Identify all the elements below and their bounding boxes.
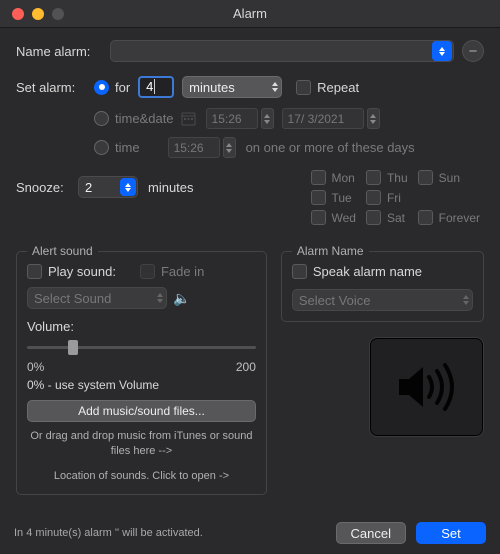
- preview-area[interactable]: [369, 337, 484, 437]
- time-field[interactable]: 15:26: [168, 137, 220, 158]
- timedate-date-stepper[interactable]: [367, 108, 380, 129]
- speaker-icon: [395, 361, 459, 413]
- time-stepper[interactable]: [223, 137, 236, 158]
- day-mon-checkbox[interactable]: [311, 170, 326, 185]
- day-forever-checkbox[interactable]: [418, 210, 433, 225]
- day-tue-checkbox[interactable]: [311, 190, 326, 205]
- snooze-dropdown-button[interactable]: [120, 178, 136, 196]
- for-unit-select[interactable]: minutes: [182, 76, 282, 98]
- calendar-icon: [181, 111, 196, 126]
- timedate-time-stepper[interactable]: [261, 108, 274, 129]
- volume-max: 200: [236, 360, 256, 374]
- fade-in-checkbox[interactable]: [140, 264, 155, 279]
- volume-slider[interactable]: [27, 338, 256, 356]
- repeat-label: Repeat: [317, 80, 359, 95]
- alert-sound-group: Alert sound Play sound: Fade in Select S…: [16, 251, 267, 495]
- location-hint[interactable]: Location of sounds. Click to open ->: [27, 469, 256, 484]
- snooze-value: 2: [85, 180, 92, 195]
- day-fri-label: Fri: [387, 191, 401, 205]
- day-wed-label: Wed: [332, 211, 356, 225]
- sound-select[interactable]: Select Sound: [27, 287, 167, 309]
- voice-select[interactable]: Select Voice: [292, 289, 473, 311]
- alarm-name-title: Alarm Name: [292, 244, 369, 258]
- speak-checkbox[interactable]: [292, 264, 307, 279]
- for-unit-value: minutes: [189, 80, 235, 95]
- drag-hint: Or drag and drop music from iTunes or so…: [27, 429, 256, 459]
- for-value-input[interactable]: 4​: [138, 76, 174, 98]
- day-sat-checkbox[interactable]: [366, 210, 381, 225]
- alert-sound-title: Alert sound: [27, 244, 98, 258]
- name-alarm-dropdown-button[interactable]: [432, 41, 452, 61]
- radio-for[interactable]: [94, 80, 109, 95]
- snooze-label: Snooze:: [16, 180, 78, 195]
- cancel-button[interactable]: Cancel: [336, 522, 406, 544]
- day-thu-label: Thu: [387, 171, 408, 185]
- radio-timedate[interactable]: [94, 111, 109, 126]
- timedate-date-field[interactable]: 17/ 3/2021: [282, 108, 364, 129]
- snooze-select[interactable]: 2: [78, 176, 138, 198]
- day-wed-checkbox[interactable]: [311, 210, 326, 225]
- day-sun-label: Sun: [439, 171, 460, 185]
- add-music-button[interactable]: Add music/sound files...: [27, 400, 256, 422]
- radio-timedate-label: time&date: [115, 111, 174, 126]
- window-title: Alarm: [0, 6, 500, 21]
- play-sound-label: Play sound:: [48, 264, 116, 279]
- repeat-checkbox[interactable]: [296, 80, 311, 95]
- preview-sound-icon[interactable]: 🔈: [173, 290, 190, 307]
- play-sound-checkbox[interactable]: [27, 264, 42, 279]
- day-fri-checkbox[interactable]: [366, 190, 381, 205]
- timedate-time-field[interactable]: 15:26: [206, 108, 258, 129]
- day-sun-checkbox[interactable]: [418, 170, 433, 185]
- day-thu-checkbox[interactable]: [366, 170, 381, 185]
- name-alarm-label: Name alarm:: [16, 44, 110, 59]
- snooze-unit: minutes: [148, 180, 194, 195]
- day-sat-label: Sat: [387, 211, 405, 225]
- day-mon-label: Mon: [332, 171, 355, 185]
- titlebar: Alarm: [0, 0, 500, 28]
- sys-volume-note: 0% - use system Volume: [27, 378, 256, 392]
- volume-label: Volume:: [27, 319, 256, 334]
- day-forever-label: Forever: [439, 211, 480, 225]
- radio-for-label: for: [115, 80, 130, 95]
- fade-in-label: Fade in: [161, 264, 204, 279]
- speak-label: Speak alarm name: [313, 264, 422, 279]
- remove-name-button[interactable]: −: [462, 40, 484, 62]
- days-hint: on one or more of these days: [246, 140, 415, 155]
- volume-slider-thumb[interactable]: [68, 340, 78, 355]
- set-alarm-label: Set alarm:: [16, 80, 94, 95]
- day-tue-label: Tue: [332, 191, 352, 205]
- radio-time-label: time: [115, 140, 140, 155]
- name-alarm-combobox[interactable]: [110, 40, 454, 62]
- radio-time[interactable]: [94, 140, 109, 155]
- status-text: In 4 minute(s) alarm '' will be activate…: [14, 527, 203, 539]
- voice-select-value: Select Voice: [299, 293, 371, 308]
- alarm-name-group: Alarm Name Speak alarm name Select Voice: [281, 251, 484, 322]
- sound-select-value: Select Sound: [34, 291, 111, 306]
- volume-min: 0%: [27, 360, 44, 374]
- set-button[interactable]: Set: [416, 522, 486, 544]
